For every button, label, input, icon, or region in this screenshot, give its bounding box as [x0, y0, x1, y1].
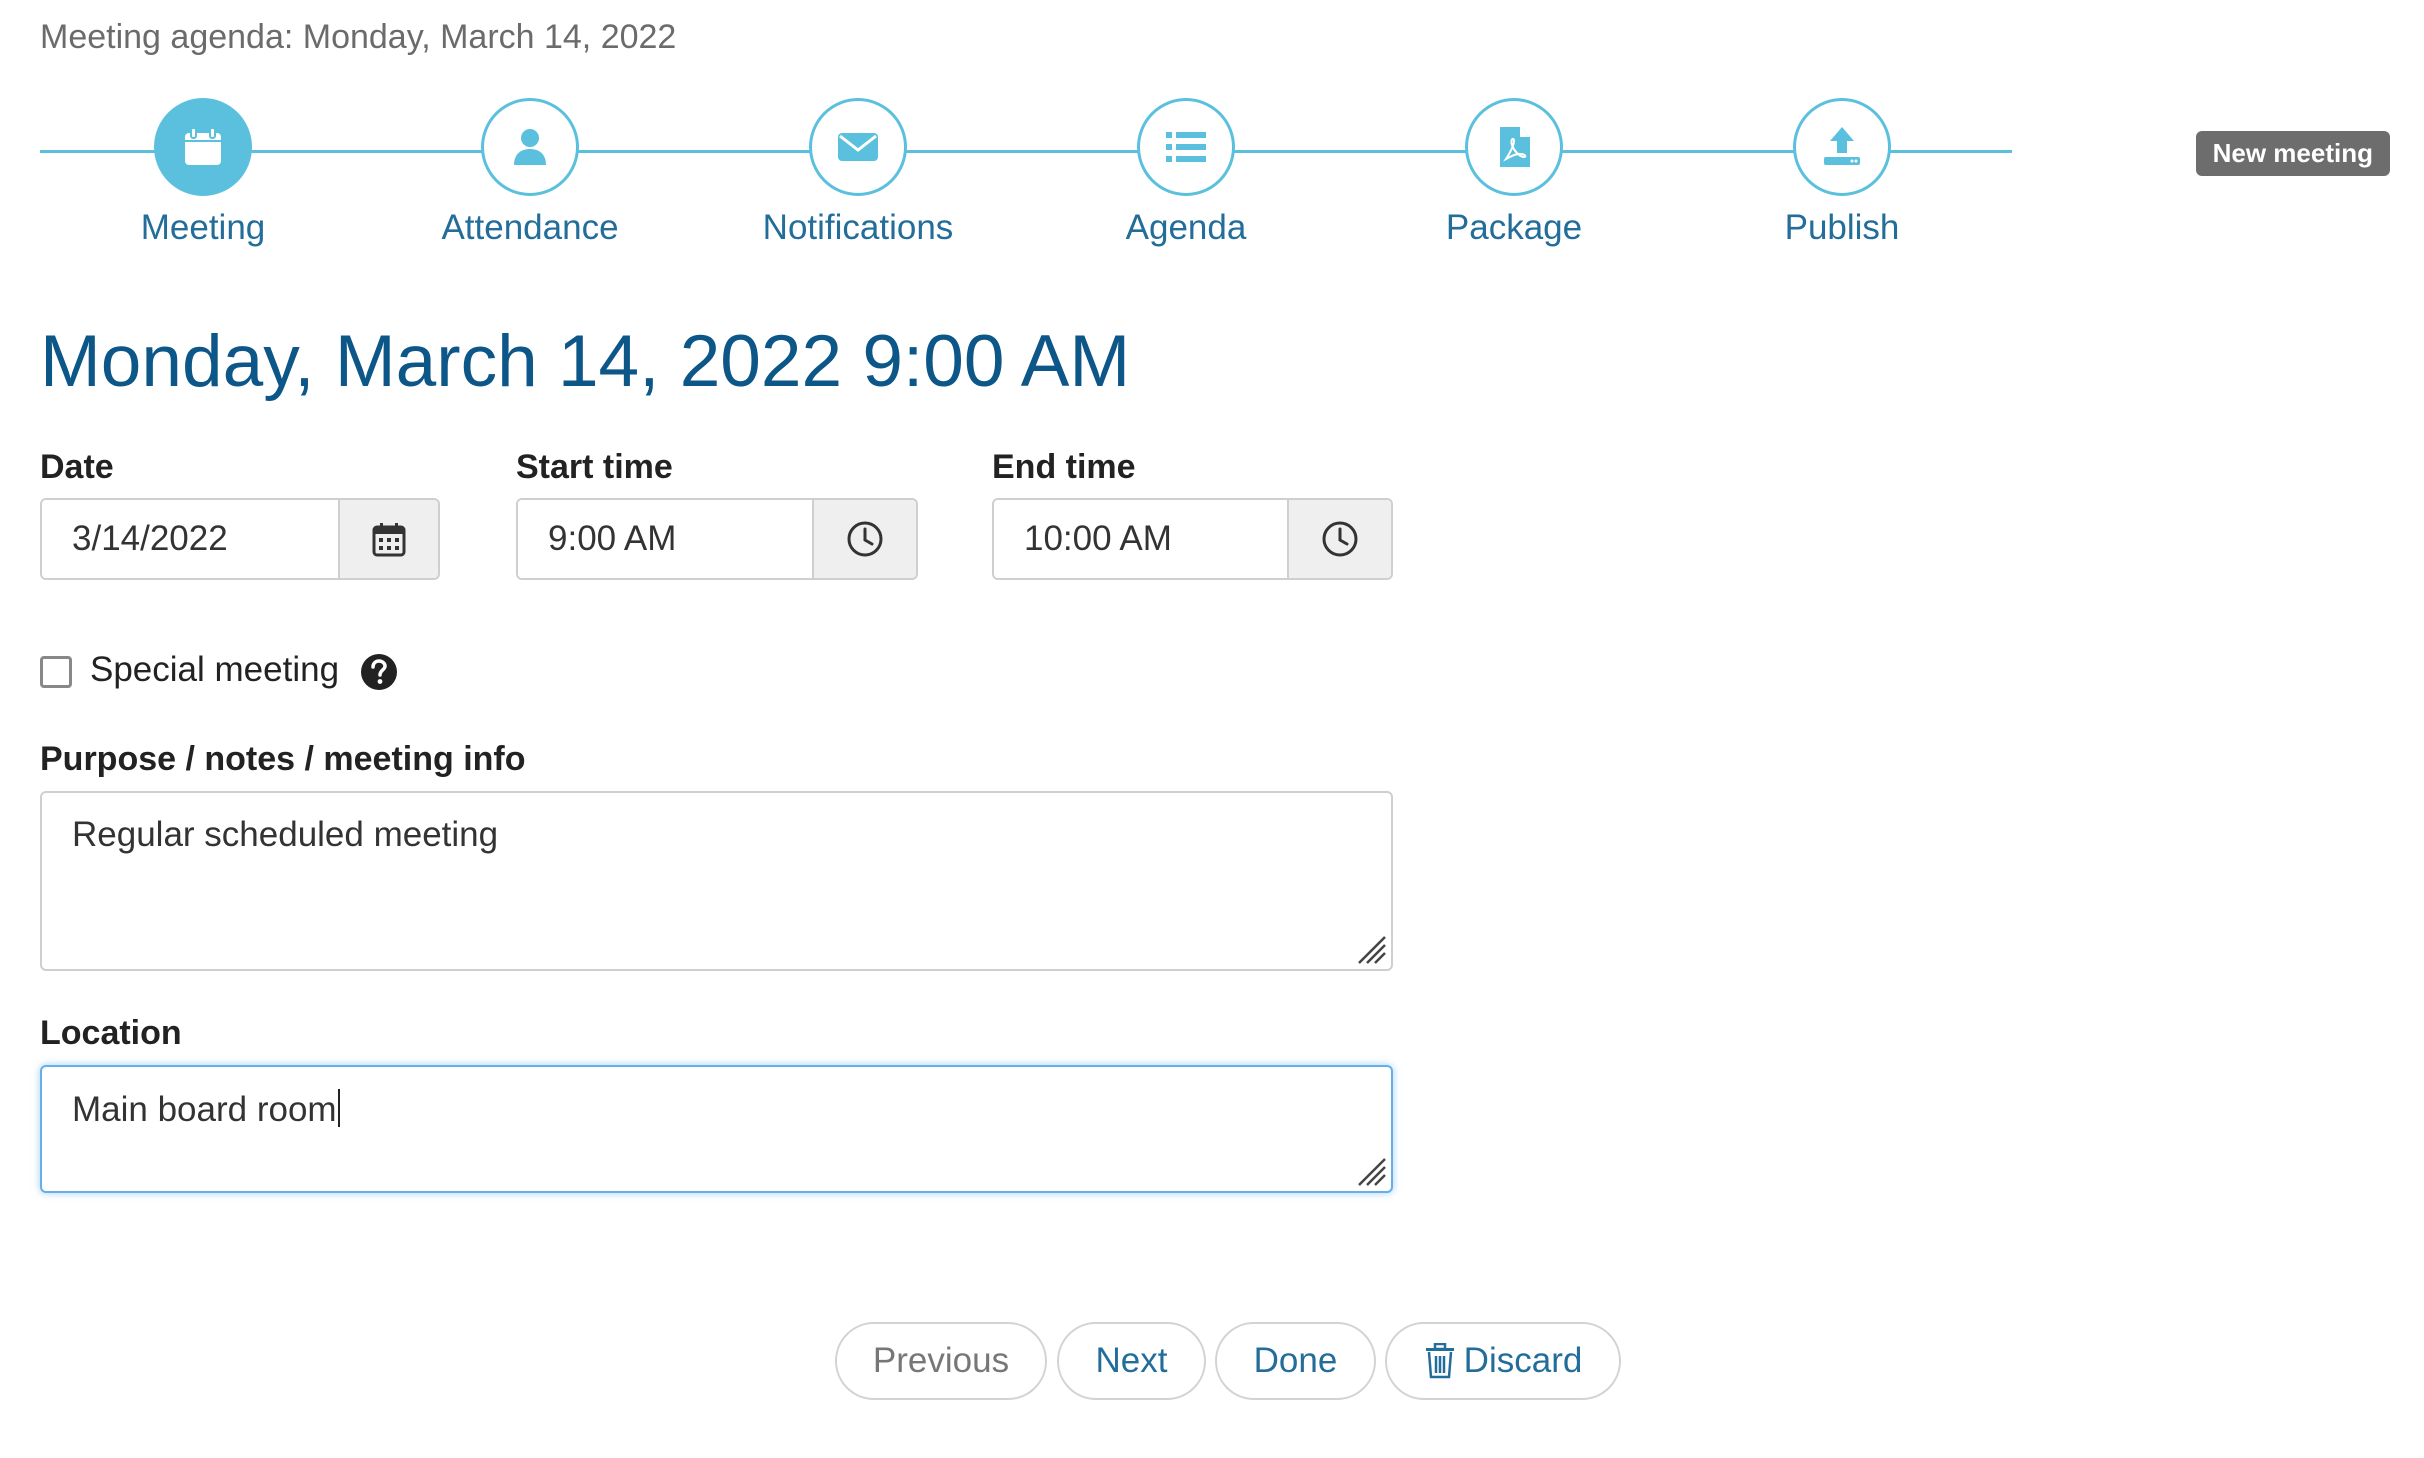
meeting-title: Monday, March 14, 2022 9:00 AM: [40, 321, 1131, 402]
user-icon: [514, 129, 546, 165]
upload-icon: [1824, 127, 1860, 165]
step-label: Agenda: [1125, 208, 1247, 247]
calendar-icon: [372, 523, 406, 557]
end-time-label: End time: [992, 448, 1136, 486]
calendar-icon: [185, 127, 221, 165]
page-caption: Meeting agenda: Monday, March 14, 2022: [40, 18, 677, 56]
purpose-text: Regular scheduled meeting: [72, 815, 499, 854]
location-textarea[interactable]: Main board room: [40, 1065, 1393, 1193]
step-circle: [1465, 98, 1563, 196]
date-input[interactable]: [42, 500, 338, 578]
end-time-input-group: [992, 498, 1393, 580]
step-agenda[interactable]: Agenda: [1056, 98, 1316, 248]
done-button[interactable]: Done: [1215, 1322, 1376, 1400]
trash-icon: [1425, 1343, 1454, 1379]
step-label: Package: [1445, 208, 1583, 247]
previous-button[interactable]: Previous: [835, 1322, 1047, 1400]
location-text: Main board room: [72, 1090, 337, 1129]
new-meeting-badge: New meeting: [2195, 131, 2390, 176]
step-label: Attendance: [441, 208, 619, 247]
date-label: Date: [40, 448, 114, 486]
step-circle: [809, 98, 907, 196]
step-circle: [154, 98, 252, 196]
location-label: Location: [40, 1014, 182, 1052]
discard-button[interactable]: Discard: [1385, 1322, 1621, 1400]
resize-grip-icon[interactable]: [1353, 931, 1387, 965]
question-circle-icon[interactable]: [360, 653, 398, 691]
list-icon: [1166, 132, 1206, 162]
start-time-label: Start time: [516, 448, 673, 486]
step-label: Notifications: [762, 208, 954, 247]
step-notifications[interactable]: Notifications: [728, 98, 988, 248]
step-attendance[interactable]: Attendance: [400, 98, 660, 248]
next-button[interactable]: Next: [1057, 1322, 1206, 1400]
resize-grip-icon[interactable]: [1353, 1153, 1387, 1187]
pdf-file-icon: [1500, 127, 1530, 167]
step-circle: [1793, 98, 1891, 196]
end-time-picker-button[interactable]: [1287, 500, 1391, 578]
step-circle: [1137, 98, 1235, 196]
special-meeting-checkbox[interactable]: [40, 656, 72, 688]
start-time-input-group: [516, 498, 918, 580]
step-label: Publish: [1784, 208, 1900, 247]
envelope-icon: [838, 133, 878, 161]
date-input-group: [40, 498, 440, 580]
step-publish[interactable]: Publish: [1712, 98, 1972, 248]
date-picker-button[interactable]: [338, 500, 438, 578]
purpose-textarea[interactable]: Regular scheduled meeting: [40, 791, 1393, 971]
start-time-picker-button[interactable]: [812, 500, 916, 578]
step-label: Meeting: [140, 208, 266, 247]
step-circle: [481, 98, 579, 196]
discard-label: Discard: [1463, 1341, 1583, 1380]
text-caret: [337, 1089, 340, 1127]
purpose-label: Purpose / notes / meeting info: [40, 740, 526, 778]
end-time-input[interactable]: [994, 500, 1287, 578]
step-meeting[interactable]: Meeting: [73, 98, 333, 248]
step-package[interactable]: Package: [1384, 98, 1644, 248]
special-meeting-label[interactable]: Special meeting: [90, 650, 339, 690]
clock-icon: [1322, 521, 1358, 557]
wizard-stepper: Meeting Attendance Notifications Agenda …: [40, 98, 2012, 278]
start-time-input[interactable]: [518, 500, 812, 578]
clock-icon: [847, 521, 883, 557]
